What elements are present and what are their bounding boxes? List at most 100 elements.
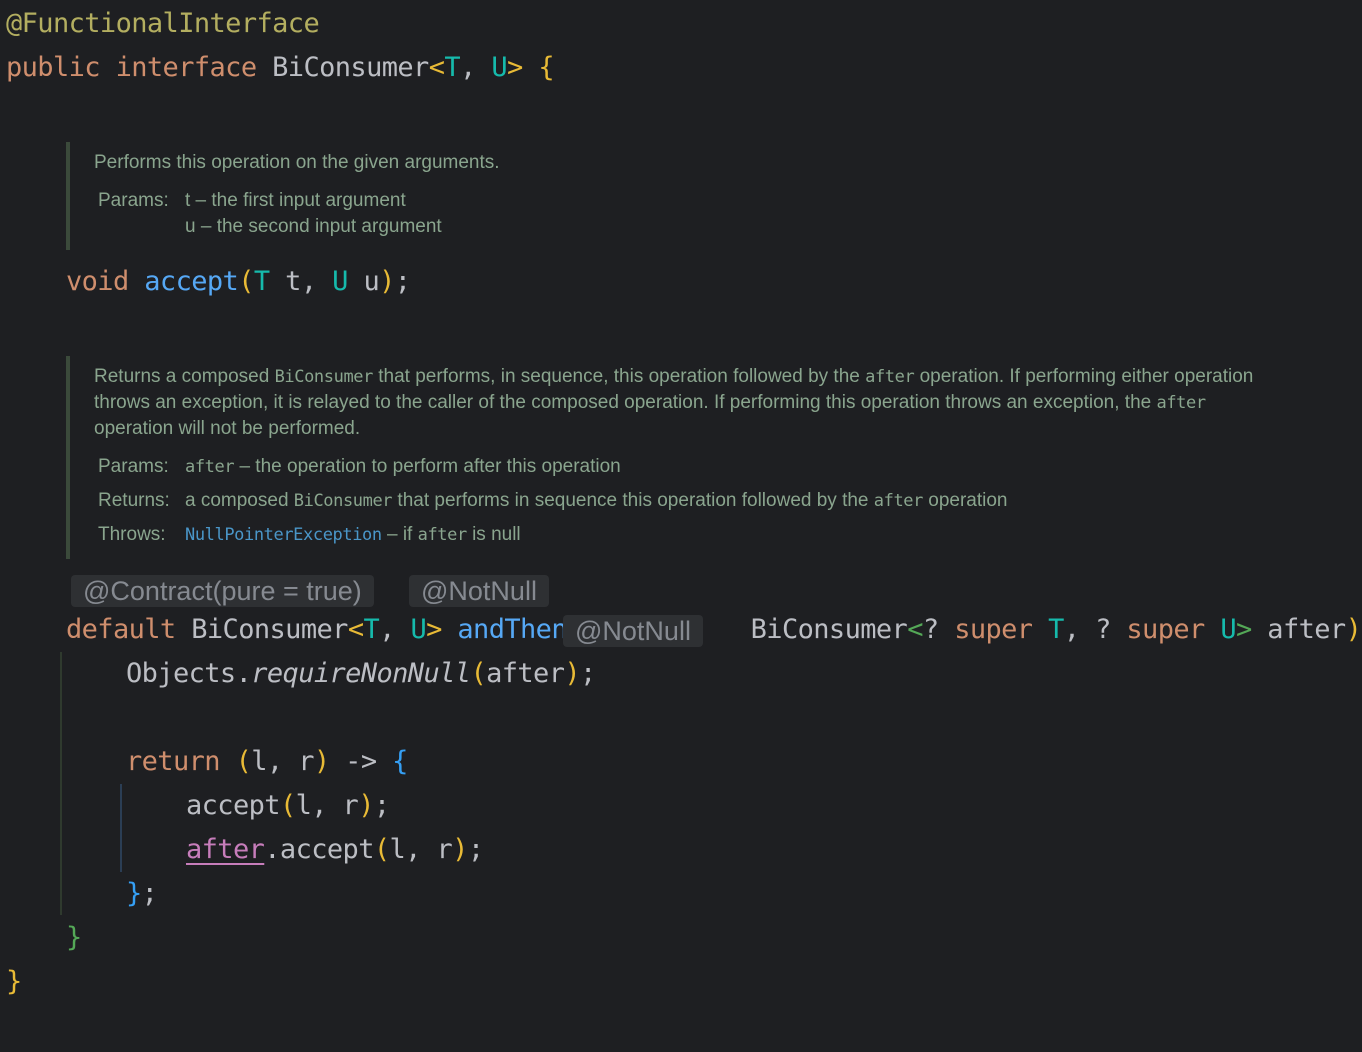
javadoc-description: Returns a composed BiConsumer that perfo…: [70, 364, 1290, 442]
call-args[interactable]: l, r: [296, 790, 359, 821]
comma: ,: [460, 52, 492, 83]
arg-after[interactable]: after: [486, 658, 565, 689]
lambda-close-brace[interactable]: }: [126, 878, 142, 909]
method-name-accept[interactable]: accept: [144, 266, 239, 297]
returns-text: that performs in sequence this operation…: [392, 490, 874, 511]
keyword-super[interactable]: super: [954, 614, 1033, 645]
accept-call[interactable]: accept: [186, 790, 281, 821]
angle-close: >: [1236, 614, 1252, 645]
semicolon: ;: [141, 878, 158, 909]
comma: ,: [379, 614, 411, 645]
desc-text: operation will not be performed.: [94, 418, 361, 439]
keyword-interface[interactable]: interface: [116, 52, 258, 83]
lambda-arrow: ->: [329, 746, 393, 777]
params-values: after – the operation to perform after t…: [185, 454, 1294, 480]
npe-link[interactable]: NullPointerException: [185, 525, 382, 545]
objects-class[interactable]: Objects.: [126, 658, 252, 689]
type-param-t[interactable]: T: [1048, 614, 1064, 645]
comma: ,: [1063, 614, 1096, 645]
notnull-method-inlay-hint[interactable]: @NotNull: [409, 575, 549, 607]
param-after[interactable]: after: [1252, 614, 1346, 645]
javadoc-accept[interactable]: Performs this operation on the given arg…: [66, 142, 1250, 250]
semicolon: ;: [394, 266, 411, 297]
throws-label: Throws:: [98, 524, 166, 545]
returns-text: operation: [922, 490, 1008, 511]
param-type[interactable]: BiConsumer: [751, 614, 908, 645]
desc-code-after: after: [1156, 393, 1206, 413]
param-u: u – the second input argument: [185, 214, 1250, 240]
javadoc-description: Performs this operation on the given arg…: [94, 152, 500, 173]
functional-interface-annotation[interactable]: @FunctionalInterface: [6, 8, 320, 39]
lambda-open-brace[interactable]: {: [392, 746, 408, 777]
accept-call[interactable]: .accept: [264, 834, 374, 865]
type-param-t[interactable]: T: [444, 52, 460, 83]
type-param-u[interactable]: U: [1220, 614, 1236, 645]
params-label: Params:: [98, 190, 169, 211]
keyword-default[interactable]: default: [66, 614, 176, 645]
type-param-t[interactable]: T: [363, 614, 379, 645]
keyword-void[interactable]: void: [66, 266, 129, 297]
params-values: t – the first input argument u – the sec…: [185, 188, 1250, 240]
javadoc-params-row: Params: after – the operation to perform…: [70, 454, 1294, 480]
paren-open: (: [235, 746, 252, 777]
javadoc-andthen[interactable]: Returns a composed BiConsumer that perfo…: [66, 356, 1294, 559]
type-param-u[interactable]: U: [491, 52, 507, 83]
paren-close: ): [358, 790, 374, 821]
param-u-name: u: [185, 216, 196, 237]
paren-open: (: [373, 834, 390, 865]
code-line-accept-decl: void accept(T t, U u);: [66, 265, 411, 299]
method-close-brace[interactable]: }: [66, 922, 82, 953]
returns-values: a composed BiConsumer that performs in s…: [185, 488, 1294, 514]
keyword-public[interactable]: public: [6, 52, 101, 83]
keyword-return[interactable]: return: [126, 746, 221, 777]
lambda-params[interactable]: l, r: [251, 746, 314, 777]
param-after-desc: – the operation to perform after this op…: [234, 456, 621, 477]
return-type[interactable]: BiConsumer: [176, 614, 348, 645]
paren-close: ): [452, 834, 468, 865]
angle-open: <: [428, 52, 445, 83]
returns-label: Returns:: [98, 490, 170, 511]
throws-text: is null: [466, 524, 521, 545]
paren-close: ): [1345, 614, 1362, 645]
param-t: t – the first input argument: [185, 188, 1250, 214]
angle-close: >: [507, 52, 523, 83]
require-nonnull-method[interactable]: requireNonNull: [251, 658, 471, 689]
type-param-u[interactable]: U: [332, 266, 348, 297]
captured-after-variable[interactable]: after: [186, 834, 265, 865]
code-line-interface-close: }: [6, 965, 22, 999]
param-t[interactable]: t,: [270, 266, 333, 297]
desc-code-biconsumer: BiConsumer: [274, 367, 374, 387]
code-line-interface-decl: public interface BiConsumer<T, U> {: [6, 51, 555, 85]
returns-code-biconsumer: BiConsumer: [293, 491, 393, 511]
semicolon: ;: [373, 790, 390, 821]
javadoc-returns-row: Returns: a composed BiConsumer that perf…: [70, 488, 1294, 514]
notnull-param-inlay-hint[interactable]: @NotNull: [563, 615, 703, 647]
interface-name[interactable]: BiConsumer: [272, 52, 429, 83]
interface-close-brace[interactable]: }: [6, 966, 22, 997]
contract-inlay-hint[interactable]: @Contract(pure = true): [71, 575, 374, 607]
param-u-desc: – the second input argument: [195, 216, 442, 237]
paren-close: ): [313, 746, 330, 777]
keyword-super[interactable]: super: [1126, 614, 1205, 645]
returns-text: a composed: [185, 490, 294, 511]
throws-text: – if: [381, 524, 418, 545]
javadoc-throws-row: Throws: NullPointerException – if after …: [70, 522, 1294, 548]
param-u[interactable]: u: [348, 266, 379, 297]
code-line-return: return (l, r) -> {: [126, 745, 408, 779]
desc-text: that performs, in sequence, this operati…: [372, 366, 866, 387]
type-param-t[interactable]: T: [254, 266, 270, 297]
paren-close: ): [379, 266, 395, 297]
semicolon: ;: [580, 658, 596, 689]
param-after-name: after: [185, 457, 235, 477]
desc-code-after: after: [865, 367, 915, 387]
type-param-u[interactable]: U: [410, 614, 426, 645]
throws-values: NullPointerException – if after is null: [185, 522, 1294, 548]
method-name-andthen[interactable]: andThen: [457, 614, 567, 645]
call-args[interactable]: l, r: [390, 834, 453, 865]
paren-open: (: [279, 790, 296, 821]
interface-open-brace[interactable]: {: [538, 52, 554, 83]
angle-open: <: [347, 614, 364, 645]
angle-open: <: [907, 614, 923, 645]
